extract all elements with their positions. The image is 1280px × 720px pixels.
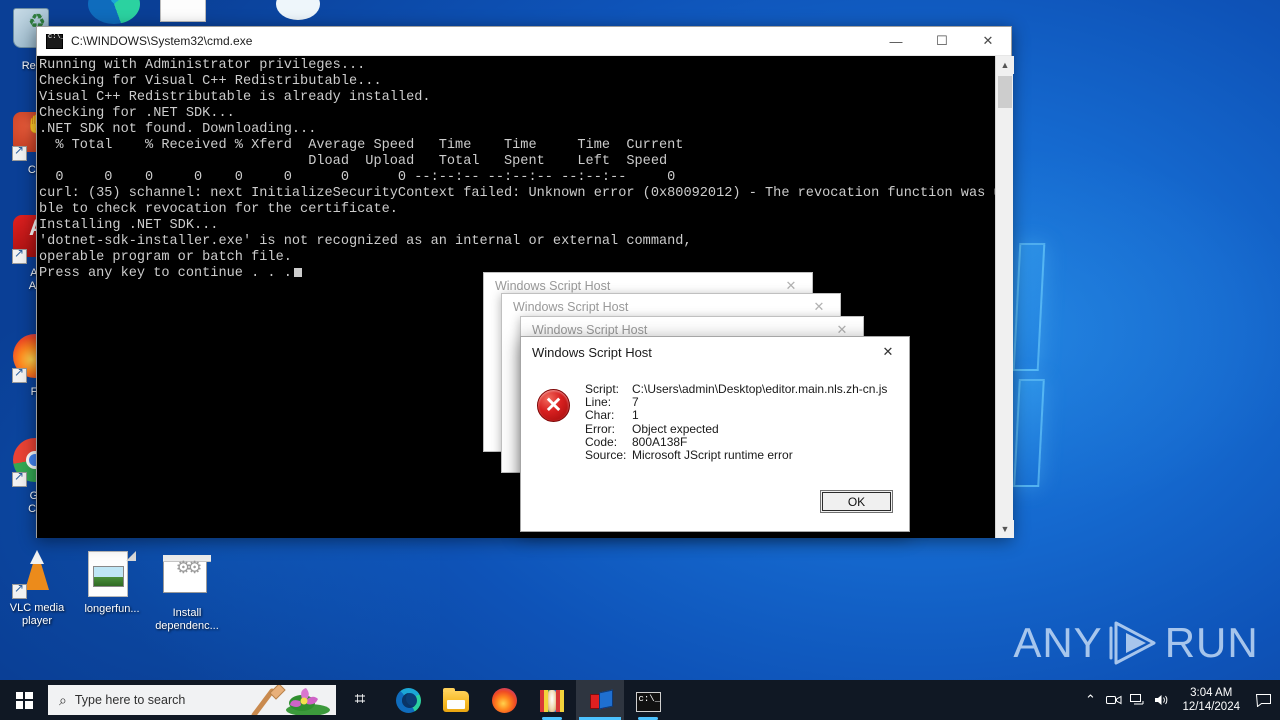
- console-line: Visual C++ Redistributable is already in…: [39, 90, 431, 105]
- anyrun-play-icon: [1108, 619, 1160, 667]
- watermark-text-right: RUN: [1164, 619, 1259, 666]
- error-detail-key: Char:: [585, 408, 615, 423]
- search-illustration: [250, 685, 332, 715]
- system-tray[interactable]: ⌃ 3:04 AM 12/14/2024: [1078, 680, 1280, 720]
- console-line: 'dotnet-sdk-installer.exe' is not recogn…: [39, 234, 692, 249]
- notifications-icon[interactable]: [1250, 680, 1276, 720]
- desktop-icon-label: Install dependenc...: [155, 607, 219, 632]
- dialog-content: ✕ Script: C:\Users\admin\Desktop\editor.m…: [521, 367, 909, 462]
- start-button[interactable]: [0, 680, 48, 720]
- task-view-icon: ⌗: [354, 689, 366, 710]
- clock[interactable]: 3:04 AM 12/14/2024: [1174, 686, 1250, 714]
- error-detail-row: Char: 1: [585, 409, 887, 422]
- taskbar-item-windows-script-host[interactable]: [576, 680, 624, 720]
- desktop-icon-vlc-media-player[interactable]: VLC media player: [0, 550, 74, 628]
- clock-time: 3:04 AM: [1190, 687, 1233, 699]
- console-line: operable program or batch file.: [39, 250, 292, 265]
- error-detail-value: 1: [632, 408, 639, 423]
- error-detail-key: Source:: [585, 447, 627, 462]
- taskbar-item-edge[interactable]: [384, 680, 432, 720]
- edge-icon: [395, 687, 421, 713]
- console-line: .NET SDK not found. Downloading...: [39, 122, 317, 137]
- error-detail-key: Error:: [585, 421, 615, 436]
- error-detail-value: Microsoft JScript runtime error: [632, 447, 793, 462]
- console-icon: [635, 691, 661, 712]
- close-icon[interactable]: ✕: [867, 337, 909, 367]
- console-scrollbar[interactable]: ▲ ▼: [995, 56, 1014, 538]
- shortcut-arrow-icon: [12, 247, 27, 264]
- taskbar[interactable]: ⌕ Type here to search ⌗ c:\_ ⌃ 3:04 AM 1…: [0, 680, 1280, 720]
- error-detail-value: 800A138F: [632, 434, 688, 449]
- console-line: Installing .NET SDK...: [39, 218, 219, 233]
- desktop[interactable]: Recyc CCl Ad Acr Fir Go Chr VLC media pl…: [0, 0, 1280, 720]
- taskbar-item-winrar[interactable]: [528, 680, 576, 720]
- watermark-text-left: ANY: [1013, 619, 1103, 666]
- shortcut-arrow-icon: [12, 470, 27, 487]
- desktop-icon-cloud-cropped[interactable]: [276, 0, 320, 20]
- anyrun-watermark: ANY RUN: [1013, 612, 1257, 674]
- console-line: ble to check revocation for the certific…: [39, 202, 398, 217]
- error-detail-row: Line: 7: [585, 395, 887, 409]
- console-icon: [46, 33, 65, 49]
- console-line: Dload Upload Total Spent Left Speed: [39, 154, 668, 169]
- image-file-icon: [88, 551, 136, 599]
- dialog-title: Windows Script Host: [532, 344, 652, 360]
- console-caret: [293, 268, 302, 277]
- console-line: % Total % Received % Xferd Average Speed…: [39, 138, 684, 153]
- cmd-window-title: C:\WINDOWS\System32\cmd.exe: [71, 34, 253, 48]
- scroll-up-icon[interactable]: ▲: [996, 56, 1014, 74]
- clock-date: 12/14/2024: [1182, 701, 1240, 713]
- dialog-button-row: OK: [820, 490, 893, 513]
- search-input[interactable]: ⌕ Type here to search: [48, 685, 336, 715]
- desktop-icon-longerfun[interactable]: longerfun...: [75, 550, 149, 616]
- error-detail-row: Script: C:\Users\admin\Desktop\editor.mai…: [585, 382, 888, 396]
- file-explorer-icon: [443, 688, 469, 712]
- ok-button[interactable]: OK: [820, 490, 893, 513]
- error-detail-value: C:\Users\admin\Desktop\editor.main.nls.z…: [632, 382, 888, 396]
- vlc-icon: [12, 550, 61, 599]
- console-line: Checking for .NET SDK...: [39, 106, 235, 121]
- desktop-icon-label: VLC media player: [9, 602, 65, 627]
- volume-icon[interactable]: [1150, 680, 1174, 720]
- console-line: curl: (35) schannel: next InitializeSecu…: [39, 186, 995, 201]
- desktop-icon-file-cropped[interactable]: [160, 0, 206, 22]
- taskbar-item-firefox[interactable]: [480, 680, 528, 720]
- scroll-down-icon[interactable]: ▼: [996, 520, 1014, 538]
- firefox-icon: [491, 687, 517, 713]
- error-detail-key: Code:: [585, 434, 618, 449]
- shortcut-arrow-icon: [12, 366, 27, 383]
- maximize-button[interactable]: ☐: [919, 27, 965, 56]
- task-view-button[interactable]: ⌗: [336, 680, 384, 720]
- console-line: Running with Administrator privileges...: [39, 58, 366, 73]
- camera-icon[interactable]: [1102, 680, 1126, 720]
- search-icon: ⌕: [59, 691, 67, 708]
- error-detail-row: Error: Object expected: [585, 421, 887, 436]
- error-icon: ✕: [537, 389, 570, 422]
- network-icon[interactable]: [1126, 680, 1150, 720]
- desktop-icon-label: longerfun...: [84, 603, 140, 615]
- scrollbar-thumb[interactable]: [998, 76, 1012, 108]
- shortcut-arrow-icon: [12, 144, 27, 161]
- shortcut-arrow-icon: [12, 582, 27, 599]
- chevron-up-icon[interactable]: ⌃: [1078, 680, 1102, 720]
- minimize-button[interactable]: —: [873, 27, 919, 56]
- windows-script-host-icon: [588, 688, 612, 712]
- error-detail-value: Object expected: [632, 421, 719, 436]
- console-line: 0 0 0 0 0 0 0 0 --:--:-- --:--:-- --:--:…: [39, 170, 676, 185]
- winrar-icon: [540, 690, 564, 712]
- wsh-dialog-active[interactable]: Windows Script Host ✕ ✕ Script: C:\Users\…: [520, 336, 910, 532]
- desktop-icon-install-dependencies[interactable]: Install dependenc...: [150, 550, 224, 633]
- windows-logo-icon: [15, 691, 33, 709]
- desktop-icon-edge-cropped[interactable]: [88, 0, 140, 24]
- error-detail-row: Code: 800A138F: [585, 434, 887, 449]
- taskbar-item-file-explorer[interactable]: [432, 680, 480, 720]
- error-detail-list: Script: C:\Users\admin\Desktop\editor.mai…: [585, 382, 888, 462]
- error-detail-row: Source: Microsoft JScript runtime error: [585, 447, 887, 462]
- taskbar-item-cmd[interactable]: [624, 680, 672, 720]
- close-button[interactable]: ✕: [965, 27, 1011, 56]
- gears-window-icon: [163, 555, 211, 603]
- cmd-titlebar[interactable]: C:\WINDOWS\System32\cmd.exe — ☐ ✕: [37, 27, 1011, 56]
- console-line: Checking for Visual C++ Redistributable.…: [39, 74, 382, 89]
